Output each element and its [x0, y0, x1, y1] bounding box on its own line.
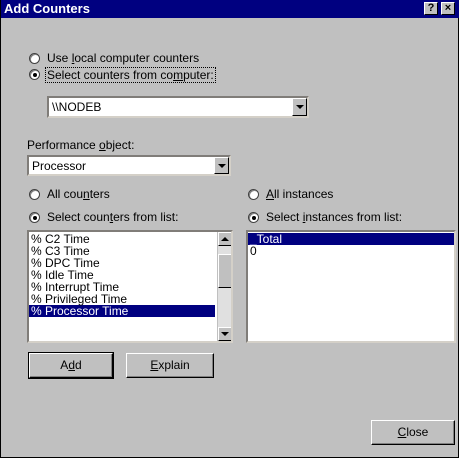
select-counters-radio[interactable] [29, 212, 40, 223]
help-button[interactable]: ? [424, 2, 438, 15]
all-instances-radio[interactable] [248, 189, 259, 200]
performance-object-dropdown-button[interactable] [214, 157, 229, 174]
select-counters-label: Select counters from list: [47, 210, 179, 224]
computer-combobox[interactable]: \\NODEB [47, 96, 309, 118]
scroll-up-arrow-icon[interactable] [218, 232, 231, 246]
dialog-title: Add Counters [4, 1, 90, 16]
select-computer-radio[interactable] [29, 69, 40, 80]
close-button[interactable]: Close [371, 420, 455, 445]
use-local-label: Use local computer counters [47, 51, 200, 65]
computer-value: \\NODEB [52, 100, 102, 114]
select-instances-radio[interactable] [248, 212, 259, 223]
performance-object-value: Processor [32, 159, 87, 173]
counter-item-selected[interactable]: % Processor Time [29, 305, 215, 317]
counters-listbox[interactable]: % C2 Time % C3 Time % DPC Time % Idle Ti… [27, 230, 233, 343]
use-local-radio[interactable] [29, 53, 40, 64]
explain-button[interactable]: Explain [126, 353, 214, 378]
add-counters-dialog: Add Counters ? × Use local computer coun… [0, 0, 459, 458]
instance-item-selected[interactable]: _Total [248, 233, 454, 245]
add-button[interactable]: Add [28, 352, 114, 379]
counters-scrollbar[interactable] [217, 232, 231, 341]
radio-dot [252, 216, 256, 220]
scroll-down-arrow-icon[interactable] [218, 327, 231, 341]
radio-dot [33, 73, 37, 77]
all-counters-label: All counters [47, 187, 110, 201]
select-instances-label: Select instances from list: [266, 210, 403, 224]
instances-listbox[interactable]: _Total 0 [246, 230, 456, 343]
performance-object-combobox[interactable]: Processor [27, 155, 231, 176]
instance-item[interactable]: 0 [248, 245, 454, 257]
title-bar[interactable]: Add Counters ? × [1, 0, 459, 18]
select-computer-label: Select counters from computer: [45, 67, 216, 83]
computer-dropdown-button[interactable] [292, 98, 307, 116]
all-counters-radio[interactable] [29, 189, 40, 200]
performance-object-label: Performance object: [27, 138, 135, 152]
close-icon: × [444, 2, 452, 14]
scroll-thumb[interactable] [218, 254, 231, 288]
close-window-button[interactable]: × [441, 2, 455, 15]
radio-dot [33, 216, 37, 220]
all-instances-label: All instances [266, 187, 334, 201]
help-icon: ? [427, 2, 435, 14]
